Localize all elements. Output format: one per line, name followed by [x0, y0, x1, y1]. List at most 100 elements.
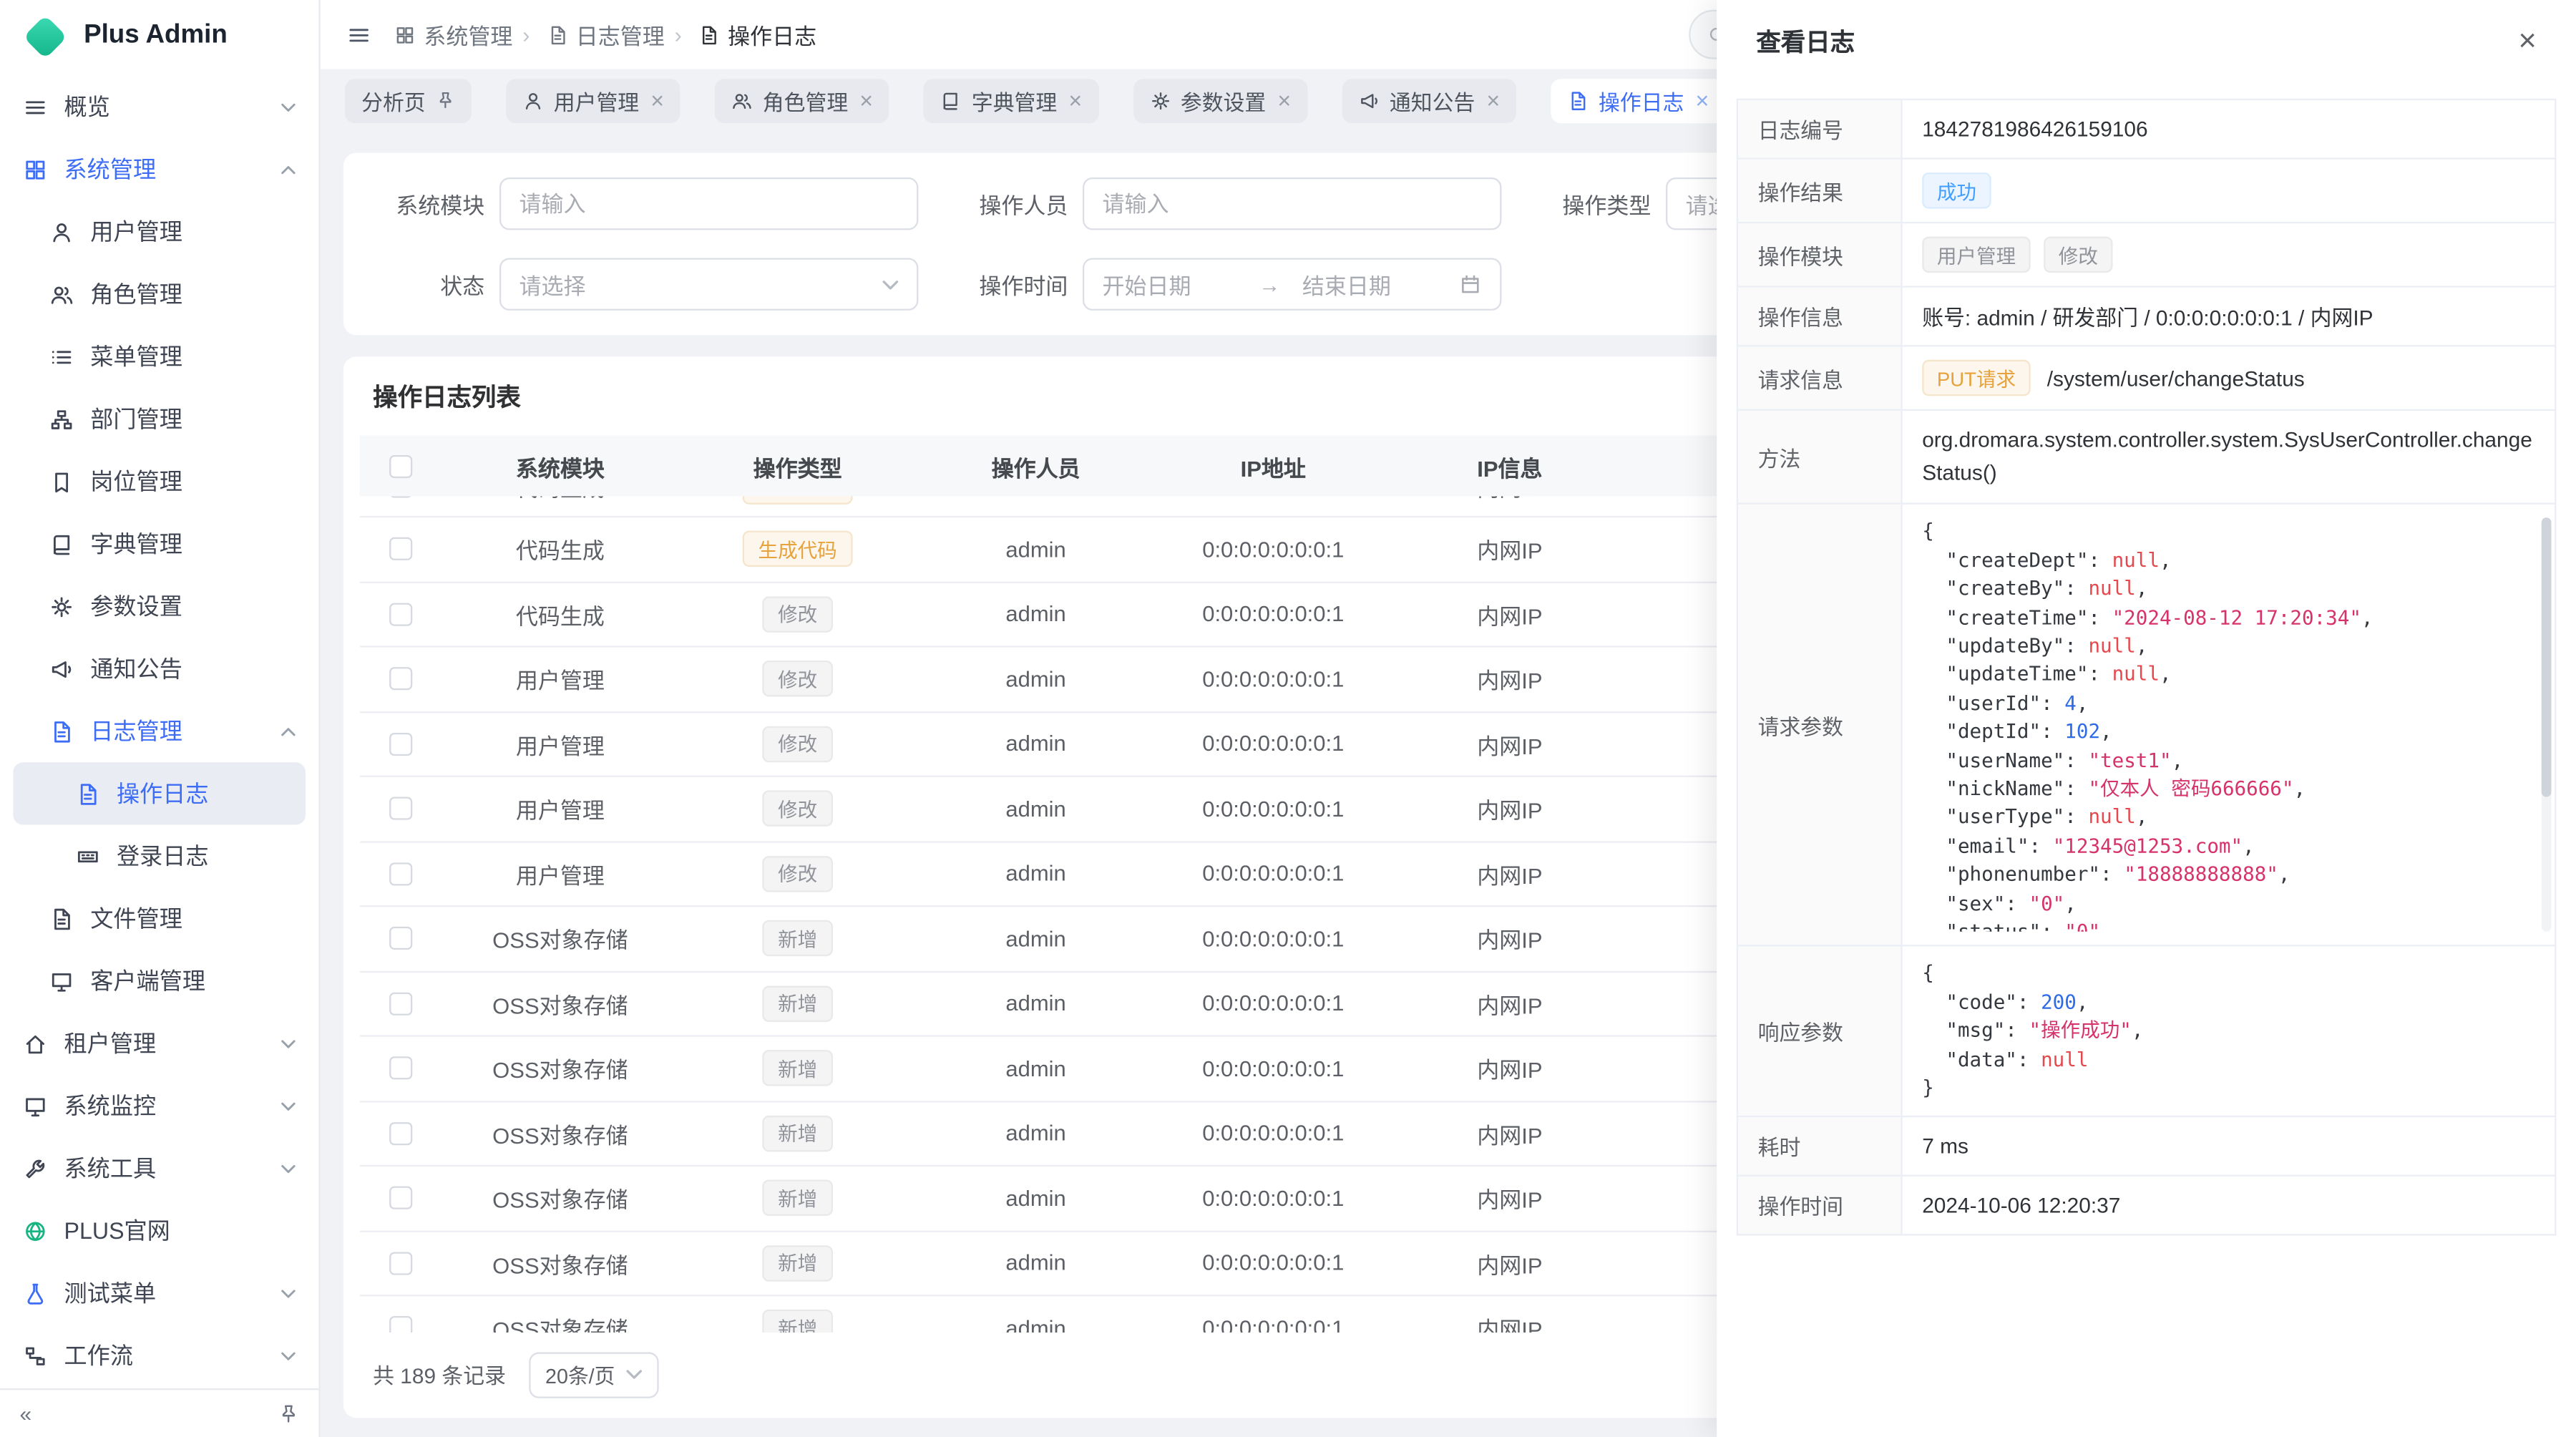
close-tab-icon[interactable]: × — [1068, 89, 1082, 112]
log-id-value: 1842781986426159106 — [1903, 100, 2557, 160]
row-checkbox[interactable] — [389, 862, 412, 885]
sidebar-item[interactable]: 文件管理 — [0, 887, 318, 950]
brand[interactable]: Plus Admin — [0, 0, 318, 72]
row-checkbox[interactable] — [389, 992, 412, 1015]
field-label: 请求参数 — [1738, 505, 1903, 947]
tab-icon — [1567, 89, 1589, 111]
column-header: IP地址 — [1155, 449, 1392, 482]
sidebar-item[interactable]: 菜单管理 — [0, 326, 318, 388]
op-type-badge: 修改 — [763, 661, 831, 698]
tab-icon — [522, 89, 544, 111]
sidebar-item[interactable]: 系统工具 — [0, 1137, 318, 1199]
cell-ip-address: 0:0:0:0:0:0:0:1 — [1155, 648, 1392, 711]
close-tab-icon[interactable]: × — [859, 89, 873, 112]
close-tab-icon[interactable]: × — [1695, 89, 1709, 112]
row-checkbox[interactable] — [389, 537, 412, 560]
sidebar-item[interactable]: 部门管理 — [0, 388, 318, 450]
breadcrumb-item[interactable]: › 系统管理 — [394, 18, 512, 51]
sidebar-item[interactable]: 概览 — [0, 76, 318, 138]
tab[interactable]: 参数设置 × — [1133, 78, 1307, 122]
close-tab-icon[interactable]: × — [1486, 89, 1500, 112]
page-size-select[interactable]: 20条/页 — [529, 1351, 659, 1397]
request-params-json[interactable]: { "createDept": null, "createBy": null, … — [1922, 518, 2534, 932]
row-checkbox[interactable] — [389, 668, 412, 691]
chevron-icon — [281, 726, 296, 737]
field-label: 日志编号 — [1738, 100, 1903, 160]
row-checkbox[interactable] — [389, 496, 412, 497]
row-checkbox[interactable] — [389, 732, 412, 755]
tab[interactable]: 用户管理 × — [506, 78, 680, 122]
row-checkbox[interactable] — [389, 927, 412, 950]
sidebar-item[interactable]: 操作日志 — [13, 762, 306, 824]
field-label: 操作信息 — [1738, 288, 1903, 347]
field-label: 方法 — [1738, 411, 1903, 505]
row-checkbox[interactable] — [389, 797, 412, 820]
breadcrumb-item[interactable]: › 操作日志 — [674, 18, 816, 51]
sidebar-item-label: 角色管理 — [90, 278, 182, 311]
sidebar-item-icon — [49, 532, 74, 556]
sidebar-item[interactable]: 参数设置 — [0, 575, 318, 638]
sidebar-item[interactable]: 通知公告 — [0, 638, 318, 700]
sidebar-item-icon — [49, 344, 74, 369]
row-checkbox[interactable] — [389, 1057, 412, 1080]
sidebar-item[interactable]: 客户端管理 — [0, 950, 318, 1012]
sidebar-item[interactable]: 用户管理 — [0, 200, 318, 263]
row-checkbox[interactable] — [389, 1317, 412, 1332]
sidebar-item[interactable]: 系统管理 — [0, 138, 318, 200]
sidebar-item-icon — [49, 282, 74, 306]
collapse-sidebar-button[interactable]: « — [20, 1401, 32, 1425]
scrollbar-thumb[interactable] — [2542, 518, 2552, 797]
hamburger-menu-icon[interactable] — [346, 22, 371, 47]
sidebar-item[interactable]: PLUS官网 — [0, 1199, 318, 1262]
operator-input[interactable] — [1083, 177, 1501, 230]
sidebar-item-label: 部门管理 — [90, 402, 182, 435]
breadcrumb-label: 日志管理 — [576, 18, 665, 51]
sidebar-item[interactable]: 岗位管理 — [0, 450, 318, 512]
tab-icon — [940, 89, 962, 111]
sidebar-item[interactable]: 系统监控 — [0, 1075, 318, 1137]
breadcrumb-item[interactable]: › 日志管理 — [522, 18, 665, 51]
request-params-cell: { "createDept": null, "createBy": null, … — [1903, 505, 2557, 947]
row-checkbox[interactable] — [389, 1187, 412, 1209]
brand-name: Plus Admin — [84, 21, 228, 51]
tab[interactable]: 分析页 × — [345, 78, 472, 122]
sidebar-item-label: 系统工具 — [64, 1151, 157, 1184]
sidebar-item-icon — [23, 1218, 47, 1242]
tab[interactable]: 通知公告 × — [1342, 78, 1516, 122]
pin-tab-icon[interactable] — [435, 90, 455, 110]
status-select[interactable]: 请选择 — [499, 258, 918, 310]
sidebar-item-icon — [49, 220, 74, 244]
tab-label: 角色管理 — [763, 84, 848, 116]
row-checkbox[interactable] — [389, 1252, 412, 1275]
sidebar-item-icon — [49, 406, 74, 431]
sidebar-item[interactable]: 工作流 — [0, 1324, 318, 1386]
filter-system-module: 系统模块 — [370, 177, 919, 230]
sidebar-item[interactable]: 测试菜单 — [0, 1262, 318, 1324]
cell-ip-address: 0:0:0:0:0:0:0:1 — [1155, 583, 1392, 646]
row-checkbox[interactable] — [389, 603, 412, 625]
sidebar-item[interactable]: 字典管理 — [0, 512, 318, 575]
close-tab-icon[interactable]: × — [650, 89, 664, 112]
sidebar-item[interactable]: 登录日志 — [0, 825, 318, 887]
sidebar-item[interactable]: 日志管理 — [0, 700, 318, 762]
cell-ip-address: 0:0:0:0:0:0:0:1 — [1155, 1101, 1392, 1164]
cell-ip-info: 内网IP — [1392, 1232, 1629, 1295]
op-type-badge: 新增 — [763, 1245, 831, 1282]
system-module-input[interactable] — [499, 177, 918, 230]
op-time-range-picker[interactable]: 开始日期 → 结束日期 — [1083, 258, 1501, 310]
tab[interactable]: 字典管理 × — [924, 78, 1098, 122]
close-drawer-button[interactable]: × — [2518, 26, 2537, 57]
cell-operator: admin — [917, 777, 1155, 840]
breadcrumb-label: 操作日志 — [728, 18, 816, 51]
sidebar-item-label: 系统管理 — [64, 153, 157, 186]
tab[interactable]: 操作日志 × — [1551, 78, 1725, 122]
sidebar-item-label: 概览 — [64, 90, 110, 123]
row-checkbox[interactable] — [389, 1122, 412, 1145]
close-tab-icon[interactable]: × — [1277, 89, 1291, 112]
select-all-checkbox[interactable] — [389, 454, 412, 477]
pin-sidebar-icon[interactable] — [278, 1403, 299, 1424]
tab[interactable]: 角色管理 × — [715, 78, 889, 122]
sidebar-item[interactable]: 角色管理 — [0, 263, 318, 325]
sidebar-item[interactable]: 租户管理 — [0, 1012, 318, 1074]
cell-ip-address: 0:0:0:0:0:0:0:1 — [1155, 712, 1392, 775]
